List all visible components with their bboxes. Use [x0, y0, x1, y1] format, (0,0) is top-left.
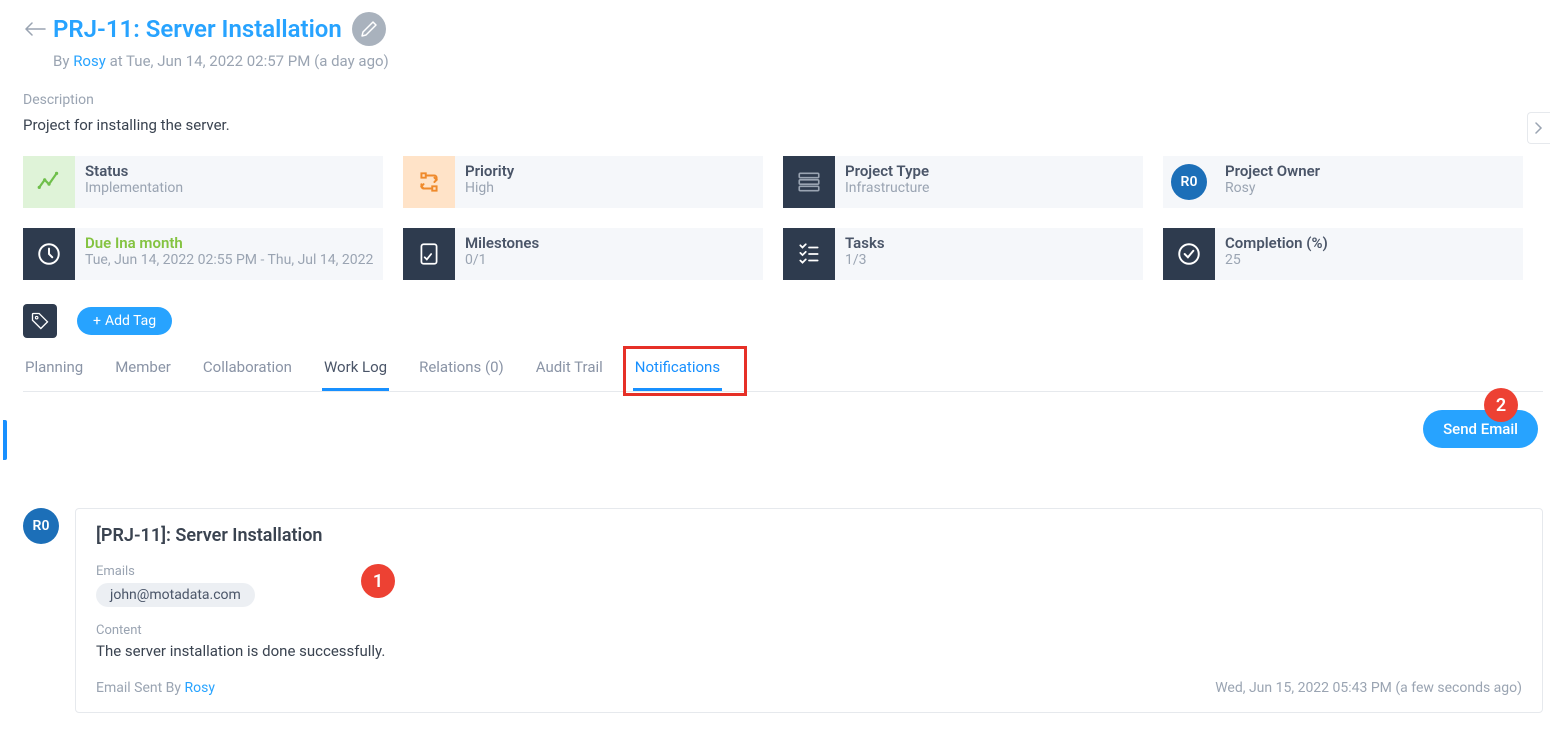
- side-panel-toggle[interactable]: [1527, 112, 1550, 144]
- card-due[interactable]: Due Ina month Tue, Jun 14, 2022 02:55 PM…: [23, 228, 383, 280]
- tag-icon: [23, 304, 57, 338]
- annotation-marker-2: 2: [1484, 388, 1518, 422]
- priority-label: Priority: [465, 162, 514, 180]
- project-type-icon: [783, 156, 835, 208]
- meta-line: By Rosy at Tue, Jun 14, 2022 02:57 PM (a…: [53, 52, 1550, 70]
- sent-by: Email Sent By Rosy: [96, 680, 215, 696]
- content-label: Content: [96, 623, 1522, 638]
- completion-label: Completion (%): [1225, 234, 1328, 252]
- annotation-marker-1: 1: [361, 564, 395, 598]
- edit-button[interactable]: [352, 12, 386, 46]
- milestones-value: 0/1: [465, 252, 539, 268]
- card-milestones[interactable]: Milestones 0/1: [403, 228, 763, 280]
- tab-member[interactable]: Member: [113, 350, 173, 391]
- card-priority[interactable]: Priority High: [403, 156, 763, 208]
- notification-card: 1 [PRJ-11]: Server Installation Emails j…: [75, 508, 1543, 713]
- active-edge-indicator: [3, 420, 7, 460]
- completion-icon: [1163, 228, 1215, 280]
- created-at: at Tue, Jun 14, 2022 02:57 PM (a day ago…: [110, 52, 389, 70]
- tabs: Planning Member Collaboration Work Log R…: [23, 350, 1543, 392]
- tasks-value: 1/3: [845, 252, 885, 268]
- project-type-label: Project Type: [845, 162, 929, 180]
- priority-value: High: [465, 180, 514, 196]
- clock-icon: [23, 228, 75, 280]
- project-owner-label: Project Owner: [1225, 162, 1320, 180]
- description-label: Description: [23, 92, 1550, 108]
- plus-icon: +: [93, 313, 101, 329]
- send-email-button[interactable]: Send Email: [1423, 410, 1538, 448]
- description-text: Project for installing the server.: [23, 116, 1550, 134]
- tasks-icon: [783, 228, 835, 280]
- by-label: By: [53, 52, 69, 70]
- sent-by-link[interactable]: Rosy: [184, 680, 214, 696]
- emails-label: Emails: [96, 564, 1522, 579]
- add-tag-label: Add Tag: [105, 313, 156, 329]
- notification-subject: [PRJ-11]: Server Installation: [96, 525, 1522, 546]
- status-label: Status: [85, 162, 183, 180]
- add-tag-button[interactable]: + Add Tag: [77, 307, 172, 335]
- milestones-label: Milestones: [465, 234, 539, 252]
- project-type-value: Infrastructure: [845, 180, 929, 196]
- notification-timestamp: Wed, Jun 15, 2022 05:43 PM (a few second…: [1215, 680, 1522, 696]
- notification-avatar: R0: [23, 508, 59, 544]
- tab-audit-trail[interactable]: Audit Trail: [534, 350, 605, 391]
- completion-value: 25: [1225, 252, 1328, 268]
- project-owner-value: Rosy: [1225, 180, 1320, 196]
- tab-collaboration[interactable]: Collaboration: [201, 350, 294, 391]
- email-chip: john@motadata.com: [96, 583, 255, 607]
- tab-work-log[interactable]: Work Log: [322, 350, 389, 391]
- card-tasks[interactable]: Tasks 1/3: [783, 228, 1143, 280]
- status-value: Implementation: [85, 180, 183, 196]
- priority-icon: [403, 156, 455, 208]
- tab-notifications[interactable]: Notifications: [633, 350, 722, 391]
- author-link[interactable]: Rosy: [73, 52, 106, 70]
- tab-planning[interactable]: Planning: [23, 350, 85, 391]
- card-status[interactable]: Status Implementation: [23, 156, 383, 208]
- tab-relations[interactable]: Relations (0): [417, 350, 506, 391]
- card-project-owner[interactable]: R0 Project Owner Rosy: [1163, 156, 1523, 208]
- content-text: The server installation is done successf…: [96, 642, 1522, 660]
- card-completion[interactable]: Completion (%) 25: [1163, 228, 1523, 280]
- due-value: Tue, Jun 14, 2022 02:55 PM - Thu, Jul 14…: [85, 252, 373, 268]
- status-icon: [23, 156, 75, 208]
- due-label: Due Ina month: [85, 234, 373, 252]
- card-project-type[interactable]: Project Type Infrastructure: [783, 156, 1143, 208]
- back-arrow-icon[interactable]: [23, 17, 47, 41]
- page-title[interactable]: PRJ-11: Server Installation: [53, 15, 342, 43]
- milestones-icon: [403, 228, 455, 280]
- tasks-label: Tasks: [845, 234, 885, 252]
- owner-avatar: R0: [1171, 164, 1207, 200]
